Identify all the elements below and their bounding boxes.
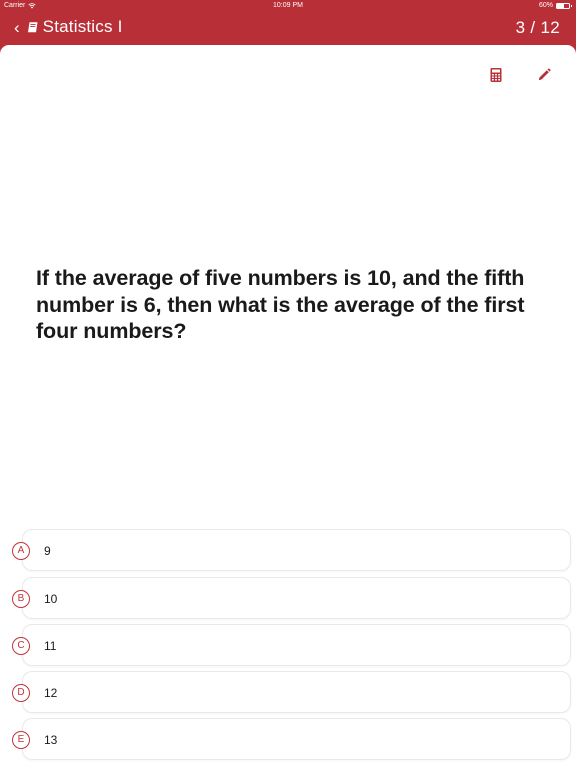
status-bar: Carrier 10:09 PM 60% xyxy=(0,0,576,12)
nav-title: Statistics I xyxy=(42,17,123,36)
back-button[interactable]: ‹ Statistics I xyxy=(14,16,123,38)
choice-text: 11 xyxy=(44,639,57,653)
choice-letter: A xyxy=(12,542,30,560)
choice-card xyxy=(22,718,571,760)
calculator-icon[interactable] xyxy=(488,67,504,83)
question-text: If the average of five numbers is 10, an… xyxy=(36,266,525,343)
choice-a[interactable]: A 9 xyxy=(0,529,576,573)
status-time: 10:09 PM xyxy=(273,2,303,9)
choice-letter: E xyxy=(12,731,30,749)
chevron-left-icon: ‹ xyxy=(14,17,20,37)
choice-text: 13 xyxy=(44,733,58,747)
choice-card xyxy=(22,624,571,666)
battery-icon xyxy=(556,2,572,9)
choice-text: 10 xyxy=(44,592,58,606)
battery-percent: 60% xyxy=(538,2,553,9)
choice-text: 12 xyxy=(44,686,58,700)
choice-b[interactable]: B 10 xyxy=(0,577,576,621)
choice-letter: D xyxy=(12,684,30,702)
choice-card xyxy=(22,529,571,571)
choice-text: 9 xyxy=(44,544,51,558)
nav-bar: ‹ Statistics I 3 / 12 xyxy=(0,12,576,44)
pencil-icon[interactable] xyxy=(536,67,552,83)
choice-e[interactable]: E 13 xyxy=(0,718,576,762)
question-progress: 3 / 12 xyxy=(515,18,560,37)
battery-indicator: 60% xyxy=(538,2,572,9)
choice-c[interactable]: C 11 xyxy=(0,624,576,668)
choice-card xyxy=(22,577,571,619)
choice-card xyxy=(22,671,571,713)
book-icon xyxy=(27,21,38,32)
choice-letter: C xyxy=(12,637,30,655)
choice-d[interactable]: D 12 xyxy=(0,671,576,715)
choice-letter: B xyxy=(12,590,30,608)
